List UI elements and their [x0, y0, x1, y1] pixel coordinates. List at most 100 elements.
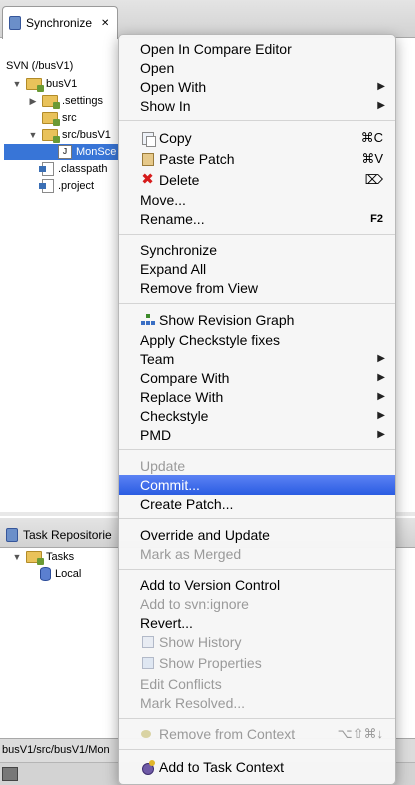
- tree-item-label: .classpath: [58, 163, 108, 175]
- menu-item-compare-with[interactable]: Compare With ▶: [119, 368, 395, 388]
- tree-item-settings[interactable]: ▶ .settings: [28, 93, 103, 109]
- collapsed-arrow-icon[interactable]: ▶: [28, 96, 38, 107]
- copy-icon: [141, 131, 156, 147]
- properties-icon: [141, 657, 154, 669]
- java-file-icon: J: [58, 145, 72, 159]
- submenu-arrow-icon: ▶: [377, 391, 385, 402]
- shortcut: ⌦: [364, 172, 383, 187]
- synchronize-view-icon: [9, 16, 21, 30]
- menu-item-add-to-svn-ignore: Add to svn:ignore: [140, 596, 249, 612]
- menu-item-commit[interactable]: Commit...: [119, 475, 395, 495]
- tree-item-label: src/busV1: [62, 129, 111, 141]
- tree-item-monsce-selected[interactable]: J MonSce: [4, 144, 120, 160]
- menu-item-open-with[interactable]: Open With ▶: [119, 77, 395, 97]
- menu-item-rename[interactable]: Rename... F2: [119, 209, 395, 229]
- tree-item-classpath[interactable]: .classpath: [39, 161, 108, 177]
- tree-item-label: Local: [55, 568, 82, 580]
- expanded-arrow-icon[interactable]: ▼: [28, 130, 38, 140]
- file-icon: [39, 179, 54, 193]
- tree-item-tasks[interactable]: ▼ Tasks: [12, 549, 74, 565]
- folder-icon: [26, 551, 44, 565]
- database-icon: [40, 567, 51, 581]
- tree-item-project[interactable]: .project: [39, 178, 95, 194]
- shortcut: ⌥⇧⌘↓: [337, 726, 383, 741]
- expanded-arrow-icon[interactable]: ▼: [12, 552, 22, 562]
- remove-context-icon: [140, 728, 155, 740]
- menu-item-replace-with[interactable]: Replace With ▶: [119, 387, 395, 407]
- add-context-icon: [141, 760, 155, 775]
- tree-item-src[interactable]: src: [28, 110, 77, 126]
- svn-root-label: SVN (/busV1): [6, 60, 74, 72]
- menu-item-expand-all[interactable]: Expand All: [119, 259, 395, 279]
- project-folder-icon: [26, 78, 44, 92]
- tree-item-label: busV1: [46, 78, 78, 90]
- shortcut: F2: [370, 213, 383, 225]
- tree-item-label: .settings: [62, 95, 103, 107]
- submenu-arrow-icon: ▶: [377, 353, 385, 364]
- shortcut: ⌘V: [361, 151, 383, 166]
- tree-item-label: MonSce: [76, 146, 117, 158]
- menu-item-mark-resolved: Mark Resolved...: [140, 695, 246, 711]
- menu-item-team[interactable]: Team ▶: [119, 349, 395, 369]
- menu-item-copy[interactable]: Copy ⌘C: [119, 128, 395, 148]
- menu-item-open[interactable]: Open: [119, 58, 395, 78]
- task-repository-icon: [6, 528, 18, 542]
- menu-item-show-revision-graph[interactable]: Show Revision Graph: [119, 310, 395, 330]
- menu-item-show-in[interactable]: Show In ▶: [119, 96, 395, 116]
- package-folder-icon: [42, 129, 60, 143]
- paste-icon: [141, 152, 154, 166]
- menu-item-remove-from-view[interactable]: Remove from View: [119, 278, 395, 298]
- menu-item-override-and-update[interactable]: Override and Update: [119, 525, 395, 545]
- menu-item-revert[interactable]: Revert...: [119, 613, 395, 633]
- delete-icon: ✖: [141, 171, 154, 188]
- menu-separator: [119, 749, 395, 750]
- file-icon: [39, 162, 54, 176]
- fast-view-icon[interactable]: [2, 767, 18, 781]
- menu-separator: [119, 718, 395, 719]
- tab-task-repositories[interactable]: Task Repositorie: [2, 522, 132, 548]
- menu-item-open-in-compare-editor[interactable]: Open In Compare Editor: [119, 39, 395, 59]
- menu-item-update: Update: [140, 458, 186, 474]
- menu-item-checkstyle[interactable]: Checkstyle ▶: [119, 406, 395, 426]
- menu-separator: [119, 234, 395, 235]
- close-icon[interactable]: ✕: [101, 18, 109, 29]
- tree-item-label: src: [62, 112, 77, 124]
- submenu-arrow-icon: ▶: [377, 81, 385, 92]
- shortcut: ⌘C: [360, 130, 383, 145]
- submenu-arrow-icon: ▶: [377, 410, 385, 421]
- menu-item-show-history: Show History: [119, 632, 395, 652]
- status-path: busV1/src/busV1/Mon: [2, 744, 110, 756]
- history-icon: [141, 636, 154, 648]
- submenu-arrow-icon: ▶: [377, 372, 385, 383]
- menu-item-show-properties: Show Properties: [119, 653, 395, 673]
- folder-icon: [42, 95, 60, 109]
- menu-item-synchronize[interactable]: Synchronize: [119, 240, 395, 260]
- menu-item-add-to-task-context[interactable]: Add to Task Context: [119, 757, 395, 777]
- submenu-arrow-icon: ▶: [377, 429, 385, 440]
- menu-item-mark-as-merged: Mark as Merged: [140, 546, 242, 562]
- submenu-arrow-icon: ▶: [377, 100, 385, 111]
- tree-item-busv1[interactable]: ▼ busV1: [12, 76, 77, 92]
- menu-item-paste-patch[interactable]: Paste Patch ⌘V: [119, 149, 395, 169]
- menu-item-create-patch[interactable]: Create Patch...: [119, 494, 395, 514]
- menu-separator: [119, 569, 395, 570]
- tab-synchronize-label: Synchronize: [26, 16, 93, 30]
- expanded-arrow-icon[interactable]: ▼: [12, 79, 22, 89]
- menu-item-remove-from-context: Remove from Context ⌥⇧⌘↓: [119, 724, 395, 744]
- menu-separator: [119, 120, 395, 121]
- context-menu: Open In Compare Editor Open Open With ▶ …: [118, 34, 396, 785]
- menu-item-pmd[interactable]: PMD ▶: [119, 425, 395, 445]
- tree-item-local[interactable]: Local: [40, 566, 81, 582]
- menu-item-add-to-version-control[interactable]: Add to Version Control: [119, 575, 395, 595]
- tab-synchronize[interactable]: Synchronize ✕: [2, 6, 118, 39]
- tree-item-label: .project: [58, 180, 95, 192]
- tree-item-src-busv1[interactable]: ▼ src/busV1: [28, 127, 111, 143]
- tab-task-repositories-label: Task Repositorie: [23, 528, 112, 542]
- menu-item-move[interactable]: Move...: [119, 190, 395, 210]
- tree-item-label: Tasks: [46, 551, 75, 563]
- menu-separator: [119, 518, 395, 519]
- menu-separator: [119, 303, 395, 304]
- menu-item-delete[interactable]: ✖ Delete ⌦: [119, 170, 395, 190]
- menu-item-apply-checkstyle-fixes[interactable]: Apply Checkstyle fixes: [119, 330, 395, 350]
- revision-graph-icon: [140, 314, 155, 326]
